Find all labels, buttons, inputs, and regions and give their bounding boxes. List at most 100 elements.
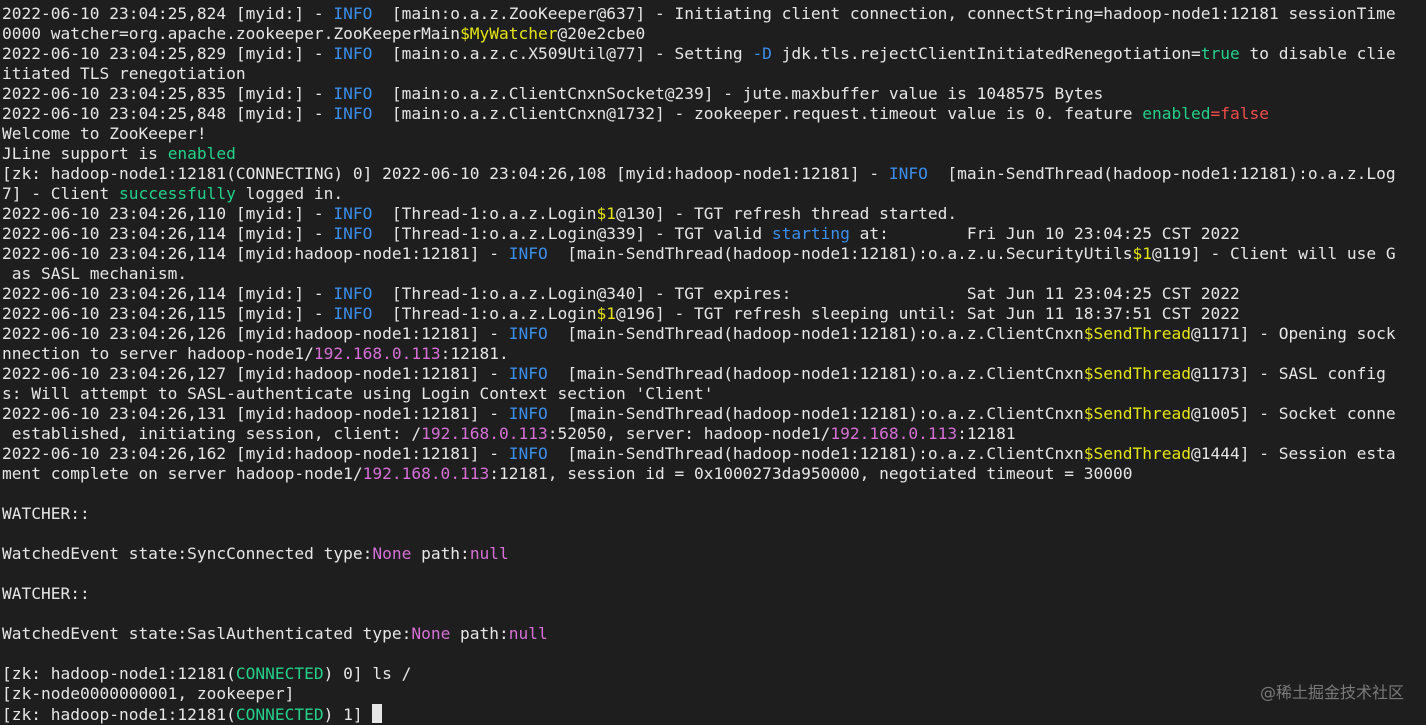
terminal-text: INFO	[333, 44, 373, 63]
terminal-text: true	[1200, 44, 1240, 63]
terminal-line: [zk-node0000000001, zookeeper]	[2, 684, 294, 704]
terminal-line: itiated TLS renegotiation	[2, 64, 246, 84]
terminal-text: CONNECTED	[235, 664, 324, 683]
terminal-text: 2022-06-10 23:04:26,162 [myid:hadoop-nod…	[2, 444, 509, 463]
terminal-text: enabled	[167, 144, 236, 163]
terminal-text: [main-SendThread(hadoop-node1:12181):o.a…	[927, 164, 1396, 183]
terminal-text: 2022-06-10 23:04:25,835 [myid:] -	[2, 84, 334, 103]
terminal-text: [Thread-1:o.a.z.Login@340] - TGT expires…	[372, 284, 1240, 303]
terminal-text: 192.168.0.113	[362, 464, 490, 483]
terminal-text: null	[469, 544, 509, 563]
terminal-text: @1005] - Socket conne	[1190, 404, 1396, 423]
terminal-text: [main-SendThread(hadoop-node1:12181):o.a…	[547, 364, 1084, 383]
terminal-text: INFO	[333, 284, 373, 303]
terminal-text: [main-SendThread(hadoop-node1:12181):o.a…	[547, 404, 1084, 423]
terminal-line: established, initiating session, client:…	[2, 424, 1016, 444]
terminal-text: @20e2cbe0	[557, 24, 646, 43]
terminal-text: 2022-06-10 23:04:26,126 [myid:hadoop-nod…	[2, 324, 509, 343]
terminal-text: ) 0] ls /	[323, 664, 412, 683]
terminal-line: 2022-06-10 23:04:26,115 [myid:] - INFO […	[2, 304, 1240, 324]
terminal-line: 2022-06-10 23:04:26,114 [myid:] - INFO […	[2, 284, 1240, 304]
terminal-text: 2022-06-10 23:04:25,848 [myid:] -	[2, 104, 334, 123]
terminal-text: [main:o.a.z.ZooKeeper@637] - Initiating …	[372, 4, 1396, 23]
terminal-line: 2022-06-10 23:04:25,829 [myid:] - INFO […	[2, 44, 1396, 64]
terminal-text: Welcome to ZooKeeper!	[2, 124, 207, 143]
watermark: @稀土掘金技术社区	[1259, 683, 1404, 702]
terminal-text: $SendThread	[1083, 404, 1191, 423]
terminal-line: 2022-06-10 23:04:26,162 [myid:hadoop-nod…	[2, 444, 1396, 464]
terminal-text: [main:o.a.z.c.X509Util@77] - Setting	[372, 44, 753, 63]
terminal-line: 2022-06-10 23:04:26,127 [myid:hadoop-nod…	[2, 364, 1386, 384]
terminal-text: itiated TLS renegotiation	[2, 64, 246, 83]
terminal-text: 2022-06-10 23:04:25,824 [myid:] -	[2, 4, 334, 23]
terminal-text: [zk: hadoop-node1:12181(	[2, 705, 236, 724]
terminal-text: INFO	[508, 364, 548, 383]
terminal-text: starting	[771, 224, 850, 243]
terminal-text: None	[372, 544, 412, 563]
terminal-text: $1	[596, 204, 617, 223]
terminal-line: 2022-06-10 23:04:26,114 [myid:] - INFO […	[2, 224, 1240, 244]
terminal-text: JLine support is	[2, 144, 168, 163]
terminal-text: INFO	[333, 104, 373, 123]
terminal-text: 2022-06-10 23:04:26,114 [myid:] -	[2, 284, 334, 303]
terminal-text: $1	[596, 304, 617, 323]
terminal-text: 192.168.0.113	[313, 344, 441, 363]
terminal-text: WatchedEvent state:SyncConnected type:	[2, 544, 373, 563]
terminal-line: [zk: hadoop-node1:12181(CONNECTED) 0] ls…	[2, 664, 411, 684]
terminal-text: @196] - TGT refresh sleeping until: Sat …	[616, 304, 1240, 323]
terminal-text: at: Fri Jun 10 23:04:25 CST 2022	[849, 224, 1240, 243]
terminal-text: $SendThread	[1083, 324, 1191, 343]
terminal-text: :12181, session id = 0x1000273da950000, …	[489, 464, 1133, 483]
terminal-text: established, initiating session, client:…	[2, 424, 422, 443]
terminal-line: 7] - Client successfully logged in.	[2, 184, 343, 204]
terminal-text: WATCHER::	[2, 504, 90, 523]
terminal-text: [main:o.a.z.ClientCnxnSocket@239] - jute…	[372, 84, 1104, 103]
terminal-line: WATCHER::	[2, 584, 90, 604]
terminal-text: :12181	[957, 424, 1016, 443]
terminal-text: false	[1220, 104, 1269, 123]
terminal-line: JLine support is enabled	[2, 144, 236, 164]
terminal-text: None	[411, 624, 451, 643]
terminal-text: $SendThread	[1083, 364, 1191, 383]
terminal-line: 2022-06-10 23:04:25,835 [myid:] - INFO […	[2, 84, 1103, 104]
terminal-text: $SendThread	[1083, 444, 1191, 463]
terminal-text: [Thread-1:o.a.z.Login	[372, 204, 597, 223]
terminal-text: [zk: hadoop-node1:12181(CONNECTING) 0] 2…	[2, 164, 889, 183]
terminal-text: $MyWatcher	[460, 24, 558, 43]
terminal-line: WATCHER::	[2, 504, 90, 524]
terminal-text: INFO	[508, 244, 548, 263]
terminal-text: path:	[450, 624, 509, 643]
terminal-text: 2022-06-10 23:04:26,110 [myid:] -	[2, 204, 334, 223]
terminal-text: INFO	[333, 304, 373, 323]
terminal-text: [zk-node0000000001, zookeeper]	[2, 684, 295, 703]
terminal-line: ment complete on server hadoop-node1/192…	[2, 464, 1133, 484]
terminal-text: [main-SendThread(hadoop-node1:12181):o.a…	[547, 244, 1133, 263]
terminal-text: 192.168.0.113	[421, 424, 548, 443]
terminal-text: 2022-06-10 23:04:26,114 [myid:] -	[2, 224, 334, 243]
terminal-text: ) 1]	[323, 705, 373, 724]
terminal-line: WatchedEvent state:SaslAuthenticated typ…	[2, 624, 548, 644]
terminal-text: [main-SendThread(hadoop-node1:12181):o.a…	[547, 324, 1084, 343]
terminal-text: :12181.	[440, 344, 509, 363]
terminal-text: INFO	[333, 84, 373, 103]
terminal-text: @1173] - SASL config	[1190, 364, 1386, 383]
terminal-text: 2022-06-10 23:04:26,114 [myid:hadoop-nod…	[2, 244, 509, 263]
terminal-text: [zk: hadoop-node1:12181(	[2, 664, 236, 683]
terminal-text: 7] - Client	[2, 184, 119, 203]
terminal-text: INFO	[508, 404, 548, 423]
terminal-cursor	[372, 704, 383, 723]
terminal-line: 2022-06-10 23:04:26,126 [myid:hadoop-nod…	[2, 324, 1396, 344]
terminal-text: -D	[752, 44, 772, 63]
terminal-text: :52050, server: hadoop-node1/	[547, 424, 831, 443]
terminal-text: INFO	[508, 324, 548, 343]
terminal-text: CONNECTED	[235, 705, 324, 724]
terminal-text: $1	[1132, 244, 1153, 263]
terminal-text: @1171] - Opening sock	[1190, 324, 1396, 343]
terminal-text: INFO	[888, 164, 928, 183]
terminal-text: INFO	[333, 224, 373, 243]
terminal-text: 2022-06-10 23:04:26,115 [myid:] -	[2, 304, 334, 323]
terminal-line: 2022-06-10 23:04:26,114 [myid:hadoop-nod…	[2, 244, 1396, 264]
terminal-window[interactable]: 2022-06-10 23:04:25,824 [myid:] - INFO […	[0, 0, 1426, 725]
terminal-text: enabled	[1142, 104, 1211, 123]
terminal-text: @130] - TGT refresh thread started.	[616, 204, 958, 223]
